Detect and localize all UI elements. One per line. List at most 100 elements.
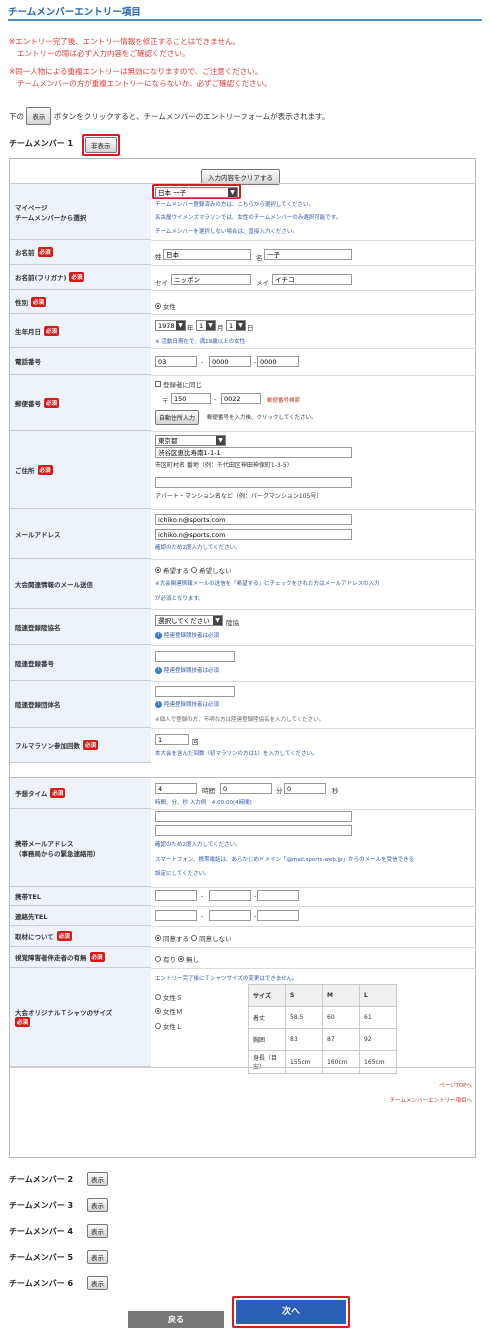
birth-day-select[interactable]: 1 ▼ <box>226 320 246 331</box>
tel-mid-input[interactable]: 0000 <box>209 356 251 367</box>
info-icon: i <box>155 667 162 674</box>
row-press-label: 取材について 必須 <box>10 926 151 947</box>
full-label: フルマラソン参加回数 <box>15 742 80 750</box>
radio-icon <box>155 994 161 1000</box>
sei-kana-label: セイ <box>155 279 168 287</box>
ctel-a-input[interactable] <box>155 910 197 921</box>
mypage-member-select[interactable]: 日本 一子 ▼ <box>155 187 238 198</box>
table-row: 着丈 58.5 60 61 <box>248 1006 397 1029</box>
blind-label: 視覚障害者伴走者の有無 <box>15 954 87 962</box>
member6-show-button[interactable]: 表示 <box>87 1276 108 1290</box>
member4-show-button[interactable]: 表示 <box>87 1224 108 1238</box>
email-input[interactable]: ichiko.n@sports.com <box>155 514 352 525</box>
page-top-link[interactable]: ページTOPへ <box>439 1081 472 1089</box>
gender-label: 性別 <box>15 298 28 307</box>
row-zip-label: 郵便番号 必須 <box>10 375 151 431</box>
rikudan-input[interactable] <box>155 686 235 697</box>
address-line1-input[interactable]: 渋谷区恵比寿南1-1-1 <box>155 447 352 458</box>
time-minutes-input[interactable]: 0 <box>220 783 272 794</box>
email-confirm-input[interactable]: ichiko.n@sports.com <box>155 529 352 540</box>
dash: - <box>254 892 257 900</box>
member5-show-button[interactable]: 表示 <box>87 1250 108 1264</box>
checkbox-icon <box>155 381 161 387</box>
rikuren-select[interactable]: 選択してください ▼ <box>155 615 223 626</box>
table-cell: 87 <box>322 1028 360 1051</box>
press-radios[interactable]: 同意する 同意しない <box>155 933 232 943</box>
row-divider <box>151 375 476 376</box>
member5-label: チームメンバー 5 <box>9 1253 74 1262</box>
shirt-radio-s[interactable]: 女性Ｓ <box>155 992 183 1002</box>
first-name-kana-input[interactable]: イチコ <box>272 274 352 285</box>
mtel-c-input[interactable] <box>257 890 299 901</box>
entry-top-link[interactable]: チームメンバーエントリー項目へ <box>390 1096 472 1104</box>
table-cell: 155cm <box>285 1050 323 1074</box>
required-badge: 必須 <box>37 247 53 257</box>
next-button-highlight: 次へ <box>232 1296 350 1328</box>
shirt-radio-m[interactable]: 女性Ｍ <box>155 1006 183 1016</box>
year-label: 年 <box>187 324 194 332</box>
member2-show-button[interactable]: 表示 <box>87 1172 108 1186</box>
shirt-radio-l[interactable]: 女性Ｌ <box>155 1021 183 1031</box>
back-button[interactable]: 戻る <box>128 1311 224 1328</box>
required-badge: 必須 <box>56 931 72 941</box>
gender-radio[interactable]: 女性 <box>155 301 176 311</box>
mtel-b-input[interactable] <box>209 890 251 901</box>
birth-year-select[interactable]: 1978 ▼ <box>155 320 186 331</box>
auto-address-note: 郵便番号を入力後、クリックしてください。 <box>207 415 317 421</box>
chevron-down-icon: ▼ <box>236 321 245 330</box>
info-icon: i <box>155 632 162 639</box>
notice-line: チームメンバーの方が重複エントリーにならないか、必ずご確認ください。 <box>17 79 272 88</box>
next-button[interactable]: 次へ <box>236 1300 346 1324</box>
mypage-label: マイページ <box>15 203 48 212</box>
tel-last-input[interactable]: 0000 <box>257 356 299 367</box>
chevron-down-icon: ▼ <box>176 321 185 330</box>
member1-label: チームメンバー 1 <box>9 139 74 148</box>
mypage-select-value: 日本 一子 <box>158 189 187 197</box>
member1-form: 入力内容をクリアする マイページ チームメンバーから選択 日本 一子 ▼ チームメン… <box>9 158 476 778</box>
zip-first-input[interactable]: 150 <box>171 393 211 404</box>
birth-month-select[interactable]: 1 ▼ <box>196 320 216 331</box>
blind-radios[interactable]: 有り 無し <box>155 954 199 964</box>
ctel-c-input[interactable] <box>257 910 299 921</box>
rikunum-input[interactable] <box>155 651 235 662</box>
row-divider <box>151 431 476 432</box>
shirt-note: エントリー完了後にＴシャツサイズの変更はできません。 <box>155 976 298 982</box>
row-divider <box>151 947 476 948</box>
row-divider <box>151 265 476 266</box>
member1-hide-button[interactable]: 非表示 <box>85 137 117 153</box>
mtel-label: 携帯TEL <box>15 893 42 901</box>
zip-second-input[interactable]: 0022 <box>221 393 261 404</box>
radio-selected-icon <box>155 935 161 941</box>
zip-lookup-link[interactable]: 郵便番号検索 <box>267 396 300 404</box>
address-line2-input[interactable] <box>155 477 352 488</box>
mobile-email-input[interactable] <box>155 811 352 822</box>
day-label: 日 <box>247 324 254 332</box>
full-count-input[interactable]: 1 <box>155 734 189 745</box>
mobile-email-confirm-input[interactable] <box>155 825 352 836</box>
same-as-registrant-checkbox[interactable]: 登録者に同じ <box>155 379 202 389</box>
zip-label: 郵便番号 <box>15 399 41 408</box>
row-divider <box>151 645 476 646</box>
time-seconds-input[interactable]: 0 <box>284 783 326 794</box>
mobile-note: 確認のため2度入力してください。 <box>155 842 241 848</box>
time-hours-input[interactable]: 4 <box>155 783 197 794</box>
prefecture-select[interactable]: 東京都 ▼ <box>155 435 226 446</box>
shirt-size-table: サイズSML 着丈58.56061 胸囲838792 身長（目安）155cm16… <box>248 984 397 1074</box>
mailopt-radios[interactable]: 希望する 希望しない <box>155 565 232 575</box>
last-name-kana-input[interactable]: ニッポン <box>171 274 251 285</box>
radio-icon <box>155 956 161 962</box>
rikudan-note2: ※個人で登録の方、不明な方は陸連登録陸協名を入力してください。 <box>155 717 325 723</box>
member3-show-button[interactable]: 表示 <box>87 1198 108 1212</box>
ctel-b-input[interactable] <box>209 910 251 921</box>
auto-address-button[interactable]: 自動住所入力 <box>155 410 200 425</box>
last-name-input[interactable]: 日本 <box>163 249 251 260</box>
address-example: アパート・マンション名など（例：パークマンション105号） <box>155 493 323 500</box>
row-divider <box>151 906 476 907</box>
email-label: メールアドレス <box>15 530 61 539</box>
mtel-a-input[interactable] <box>155 890 197 901</box>
row-divider <box>151 809 476 810</box>
table-cell: 83 <box>285 1028 323 1051</box>
first-name-input[interactable]: 一子 <box>264 249 352 260</box>
member1-toggle-highlight: 非表示 <box>82 134 120 156</box>
tel-area-input[interactable]: 03 <box>155 356 197 367</box>
